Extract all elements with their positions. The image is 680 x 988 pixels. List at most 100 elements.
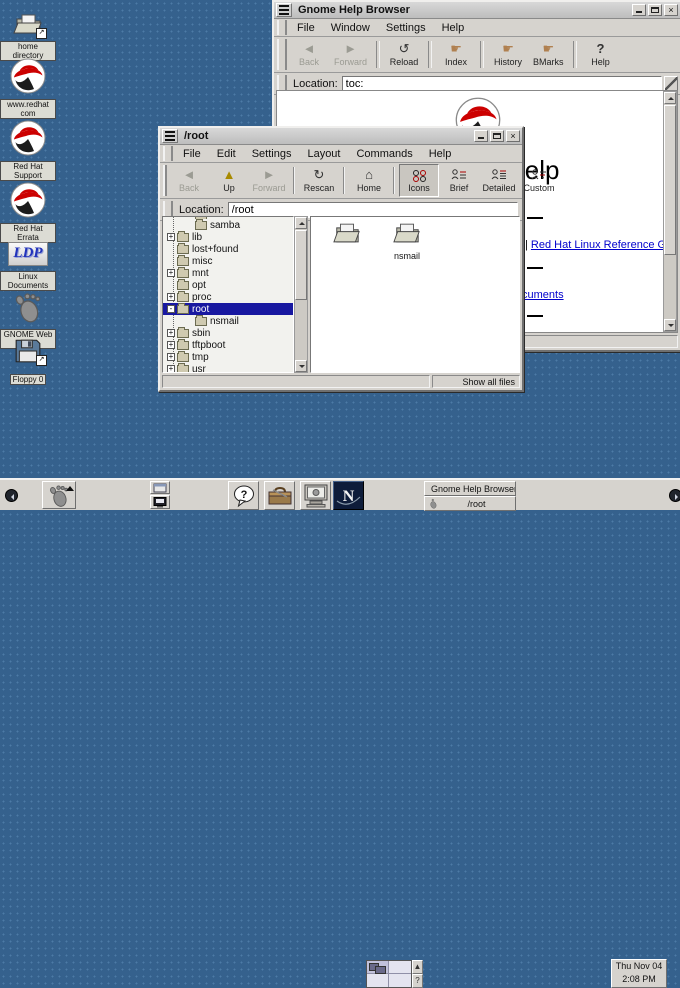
desktop-icon-red-hat-support[interactable]: Red Hat Support bbox=[0, 120, 56, 183]
tree-item[interactable]: + lib bbox=[163, 231, 293, 243]
tree-expander[interactable]: + bbox=[167, 269, 175, 277]
tree-item[interactable]: + sbin bbox=[163, 327, 293, 339]
workspace-1[interactable] bbox=[367, 961, 389, 974]
window-menu-icon[interactable] bbox=[162, 129, 178, 143]
panel-hide-left-button[interactable] bbox=[5, 489, 18, 502]
menu-help[interactable]: Help bbox=[421, 147, 460, 161]
menu-settings[interactable]: Settings bbox=[244, 147, 300, 161]
tree-item[interactable]: misc bbox=[163, 255, 293, 267]
menu-edit[interactable]: Edit bbox=[209, 147, 244, 161]
back-button[interactable]: ◄ Back bbox=[169, 164, 209, 197]
forward-button[interactable]: ► Forward bbox=[329, 38, 372, 71]
menu-window[interactable]: Window bbox=[323, 21, 378, 35]
rescan-button[interactable]: ↻ Rescan bbox=[299, 164, 339, 197]
maximize-button[interactable] bbox=[490, 130, 504, 142]
scrollbar-thumb[interactable] bbox=[295, 230, 307, 300]
scroll-up-button[interactable] bbox=[295, 217, 307, 229]
reload-button[interactable]: ↺ Reload bbox=[384, 38, 424, 71]
help-launcher[interactable]: ? bbox=[228, 481, 259, 510]
menu-layout[interactable]: Layout bbox=[299, 147, 348, 161]
history-button[interactable]: ☛ History bbox=[488, 38, 528, 71]
workspace-2[interactable] bbox=[389, 961, 411, 974]
drag-handle[interactable] bbox=[277, 39, 287, 70]
desktop-icon-linux-documents[interactable]: LDP Linux Documents bbox=[0, 242, 56, 293]
file-icon-pane[interactable]: nsmail bbox=[310, 216, 520, 373]
tree-scrollbar[interactable] bbox=[294, 216, 308, 373]
help-button[interactable]: ? Help bbox=[581, 38, 621, 71]
netscape-launcher[interactable]: N bbox=[333, 481, 364, 510]
content-scrollbar[interactable] bbox=[663, 91, 677, 332]
minimize-button[interactable] bbox=[632, 4, 646, 16]
brief-view-button[interactable]: Brief bbox=[439, 164, 479, 197]
main-menu-button[interactable] bbox=[42, 481, 76, 509]
scroll-down-button[interactable] bbox=[664, 319, 676, 331]
bookmarks-button[interactable]: ☛ BMarks bbox=[528, 38, 569, 71]
workspace-3[interactable] bbox=[367, 974, 389, 987]
tree-item[interactable]: + tftpboot bbox=[163, 339, 293, 351]
help-title-bar[interactable]: Gnome Help Browser × bbox=[274, 2, 680, 19]
close-button[interactable]: × bbox=[506, 130, 520, 142]
drag-handle[interactable] bbox=[163, 165, 167, 196]
documents-link-fragment[interactable]: cuments bbox=[522, 289, 564, 301]
back-button[interactable]: ◄ Back bbox=[289, 38, 329, 71]
drag-handle[interactable] bbox=[163, 146, 173, 161]
close-button[interactable]: × bbox=[664, 4, 678, 16]
terminal-launcher[interactable] bbox=[300, 481, 331, 510]
scrollbar-thumb[interactable] bbox=[664, 105, 676, 255]
detailed-view-button[interactable]: Detailed bbox=[479, 164, 519, 197]
tree-item[interactable]: + usr bbox=[163, 363, 293, 373]
small-applet-button-top[interactable] bbox=[150, 481, 170, 494]
pager-up-button[interactable]: ▲ bbox=[412, 960, 423, 974]
task-button-help-browser[interactable]: Gnome Help Browser bbox=[424, 481, 516, 496]
window-menu-icon[interactable] bbox=[276, 3, 292, 17]
tree-item[interactable]: nsmail bbox=[163, 315, 293, 327]
file-folder-item[interactable]: nsmail bbox=[379, 222, 435, 261]
tree-expander[interactable]: + bbox=[167, 233, 175, 241]
maximize-button[interactable] bbox=[648, 4, 662, 16]
custom-view-button[interactable]: Custom bbox=[519, 164, 559, 197]
forward-button[interactable]: ► Forward bbox=[249, 164, 289, 197]
menu-file[interactable]: File bbox=[175, 147, 209, 161]
tree-item[interactable]: samba bbox=[163, 219, 293, 231]
minimize-button[interactable] bbox=[474, 130, 488, 142]
scroll-down-button[interactable] bbox=[295, 360, 307, 372]
tree-expander[interactable]: - bbox=[167, 305, 175, 313]
tree-item-selected[interactable]: - root bbox=[163, 303, 293, 315]
icons-view-button[interactable]: Icons bbox=[399, 164, 439, 197]
menu-commands[interactable]: Commands bbox=[348, 147, 420, 161]
drag-handle[interactable] bbox=[277, 20, 287, 35]
pager-help-button[interactable]: ? bbox=[412, 974, 423, 988]
tree-item[interactable]: opt bbox=[163, 279, 293, 291]
desktop-icon-red-hat-errata[interactable]: Red Hat Errata bbox=[0, 182, 56, 245]
panel-hide-right-button[interactable] bbox=[669, 489, 680, 502]
tree-item[interactable]: + mnt bbox=[163, 267, 293, 279]
desktop-icon-home-directory[interactable]: ↗ home directory bbox=[0, 12, 56, 63]
tree-expander[interactable]: + bbox=[167, 353, 175, 361]
tree-item[interactable]: lost+found bbox=[163, 243, 293, 255]
up-button[interactable]: ▲ Up bbox=[209, 164, 249, 197]
tree-item[interactable]: + proc bbox=[163, 291, 293, 303]
desk-guide-pager[interactable] bbox=[366, 960, 412, 988]
desktop-icon-www-redhat-com[interactable]: www.redhat com bbox=[0, 58, 56, 121]
configuration-tool-launcher[interactable] bbox=[264, 481, 295, 510]
menu-settings[interactable]: Settings bbox=[378, 21, 434, 35]
workspace-4[interactable] bbox=[389, 974, 411, 987]
small-applet-button-bottom[interactable] bbox=[150, 495, 170, 509]
scroll-up-button[interactable] bbox=[664, 92, 676, 104]
tree-item-label: lib bbox=[192, 232, 202, 243]
file-folder-item[interactable] bbox=[319, 222, 375, 251]
index-button[interactable]: ☛ Index bbox=[436, 38, 476, 71]
menu-file[interactable]: File bbox=[289, 21, 323, 35]
reference-guide-link[interactable]: Red Hat Linux Reference Guide bbox=[531, 239, 678, 251]
home-button[interactable]: ⌂ Home bbox=[349, 164, 389, 197]
clock-applet[interactable]: Thu Nov 04 2:08 PM bbox=[611, 959, 667, 988]
desktop-icon-floppy-0[interactable]: ↗ Floppy 0 bbox=[0, 338, 56, 387]
tree-expander[interactable]: + bbox=[167, 341, 175, 349]
tree-expander[interactable]: + bbox=[167, 329, 175, 337]
task-button-root[interactable]: /root bbox=[424, 496, 516, 511]
tree-item[interactable]: + tmp bbox=[163, 351, 293, 363]
menu-help[interactable]: Help bbox=[434, 21, 473, 35]
tree-expander[interactable]: + bbox=[167, 293, 175, 301]
tree-expander[interactable]: + bbox=[167, 365, 175, 373]
gmc-title-bar[interactable]: /root × bbox=[160, 128, 522, 145]
